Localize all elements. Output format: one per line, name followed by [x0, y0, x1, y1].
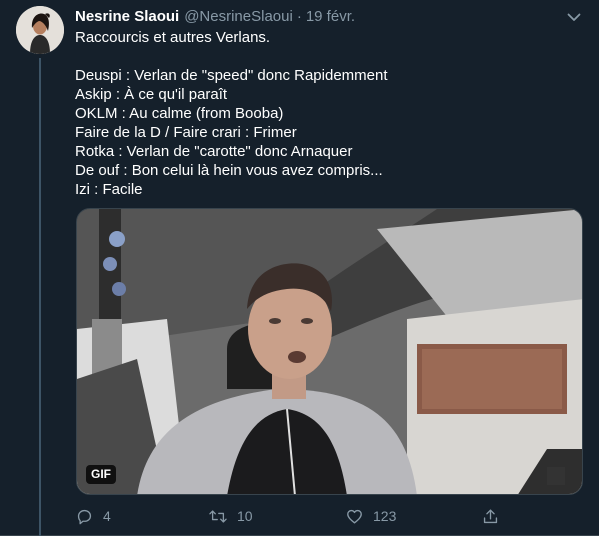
avatar[interactable] — [16, 6, 64, 54]
gif-frame — [77, 209, 582, 494]
retweet-button[interactable]: 10 — [208, 504, 253, 528]
tweet-text-line: Rotka : Verlan de "carotte" donc Arnaque… — [75, 143, 353, 160]
tweet-actions: 4 10 123 — [75, 504, 515, 528]
retweet-count: 10 — [237, 508, 253, 524]
share-icon — [483, 508, 498, 523]
retweet-icon — [209, 509, 227, 523]
tweet-date[interactable]: 19 févr. — [306, 7, 355, 27]
display-name[interactable]: Nesrine Slaoui — [75, 7, 179, 27]
tweet-text-line: Askip : À ce qu'il paraît — [75, 86, 228, 103]
reply-button[interactable]: 4 — [75, 504, 111, 528]
like-button[interactable]: 123 — [345, 504, 396, 528]
tweet-text: Raccourcis et autres Verlans. Deuspi : V… — [75, 28, 580, 199]
tweet-text-line: Faire de la D / Faire crari : Frimer — [75, 124, 297, 141]
thread-line — [39, 58, 41, 536]
reply-count: 4 — [103, 508, 111, 524]
tweet-text-line: OKLM : Au calme (from Booba) — [75, 105, 284, 122]
like-count: 123 — [373, 508, 397, 524]
profile-photo-icon — [16, 6, 64, 54]
separator-dot: · — [296, 8, 302, 25]
tweet-text-line: Raccourcis et autres Verlans. — [75, 29, 271, 46]
tweet-text-line — [75, 47, 580, 66]
tweet-text-line: Izi : Facile — [75, 181, 143, 198]
more-options-icon[interactable] — [565, 8, 583, 26]
gif-badge: GIF — [86, 465, 116, 484]
tweet[interactable]: Nesrine Slaoui @NesrineSlaoui · 19 févr.… — [0, 0, 599, 536]
heart-icon — [347, 509, 362, 524]
tweet-text-line: De ouf : Bon celui là hein vous avez com… — [75, 162, 383, 179]
tweet-text-line: Deuspi : Verlan de "speed" donc Rapidemm… — [75, 67, 388, 84]
share-button[interactable] — [481, 504, 509, 528]
user-handle[interactable]: @NesrineSlaoui — [184, 7, 293, 27]
reply-icon — [77, 509, 92, 524]
gif-media[interactable]: GIF — [76, 208, 583, 495]
tweet-header: Nesrine Slaoui @NesrineSlaoui · 19 févr. — [75, 7, 587, 27]
